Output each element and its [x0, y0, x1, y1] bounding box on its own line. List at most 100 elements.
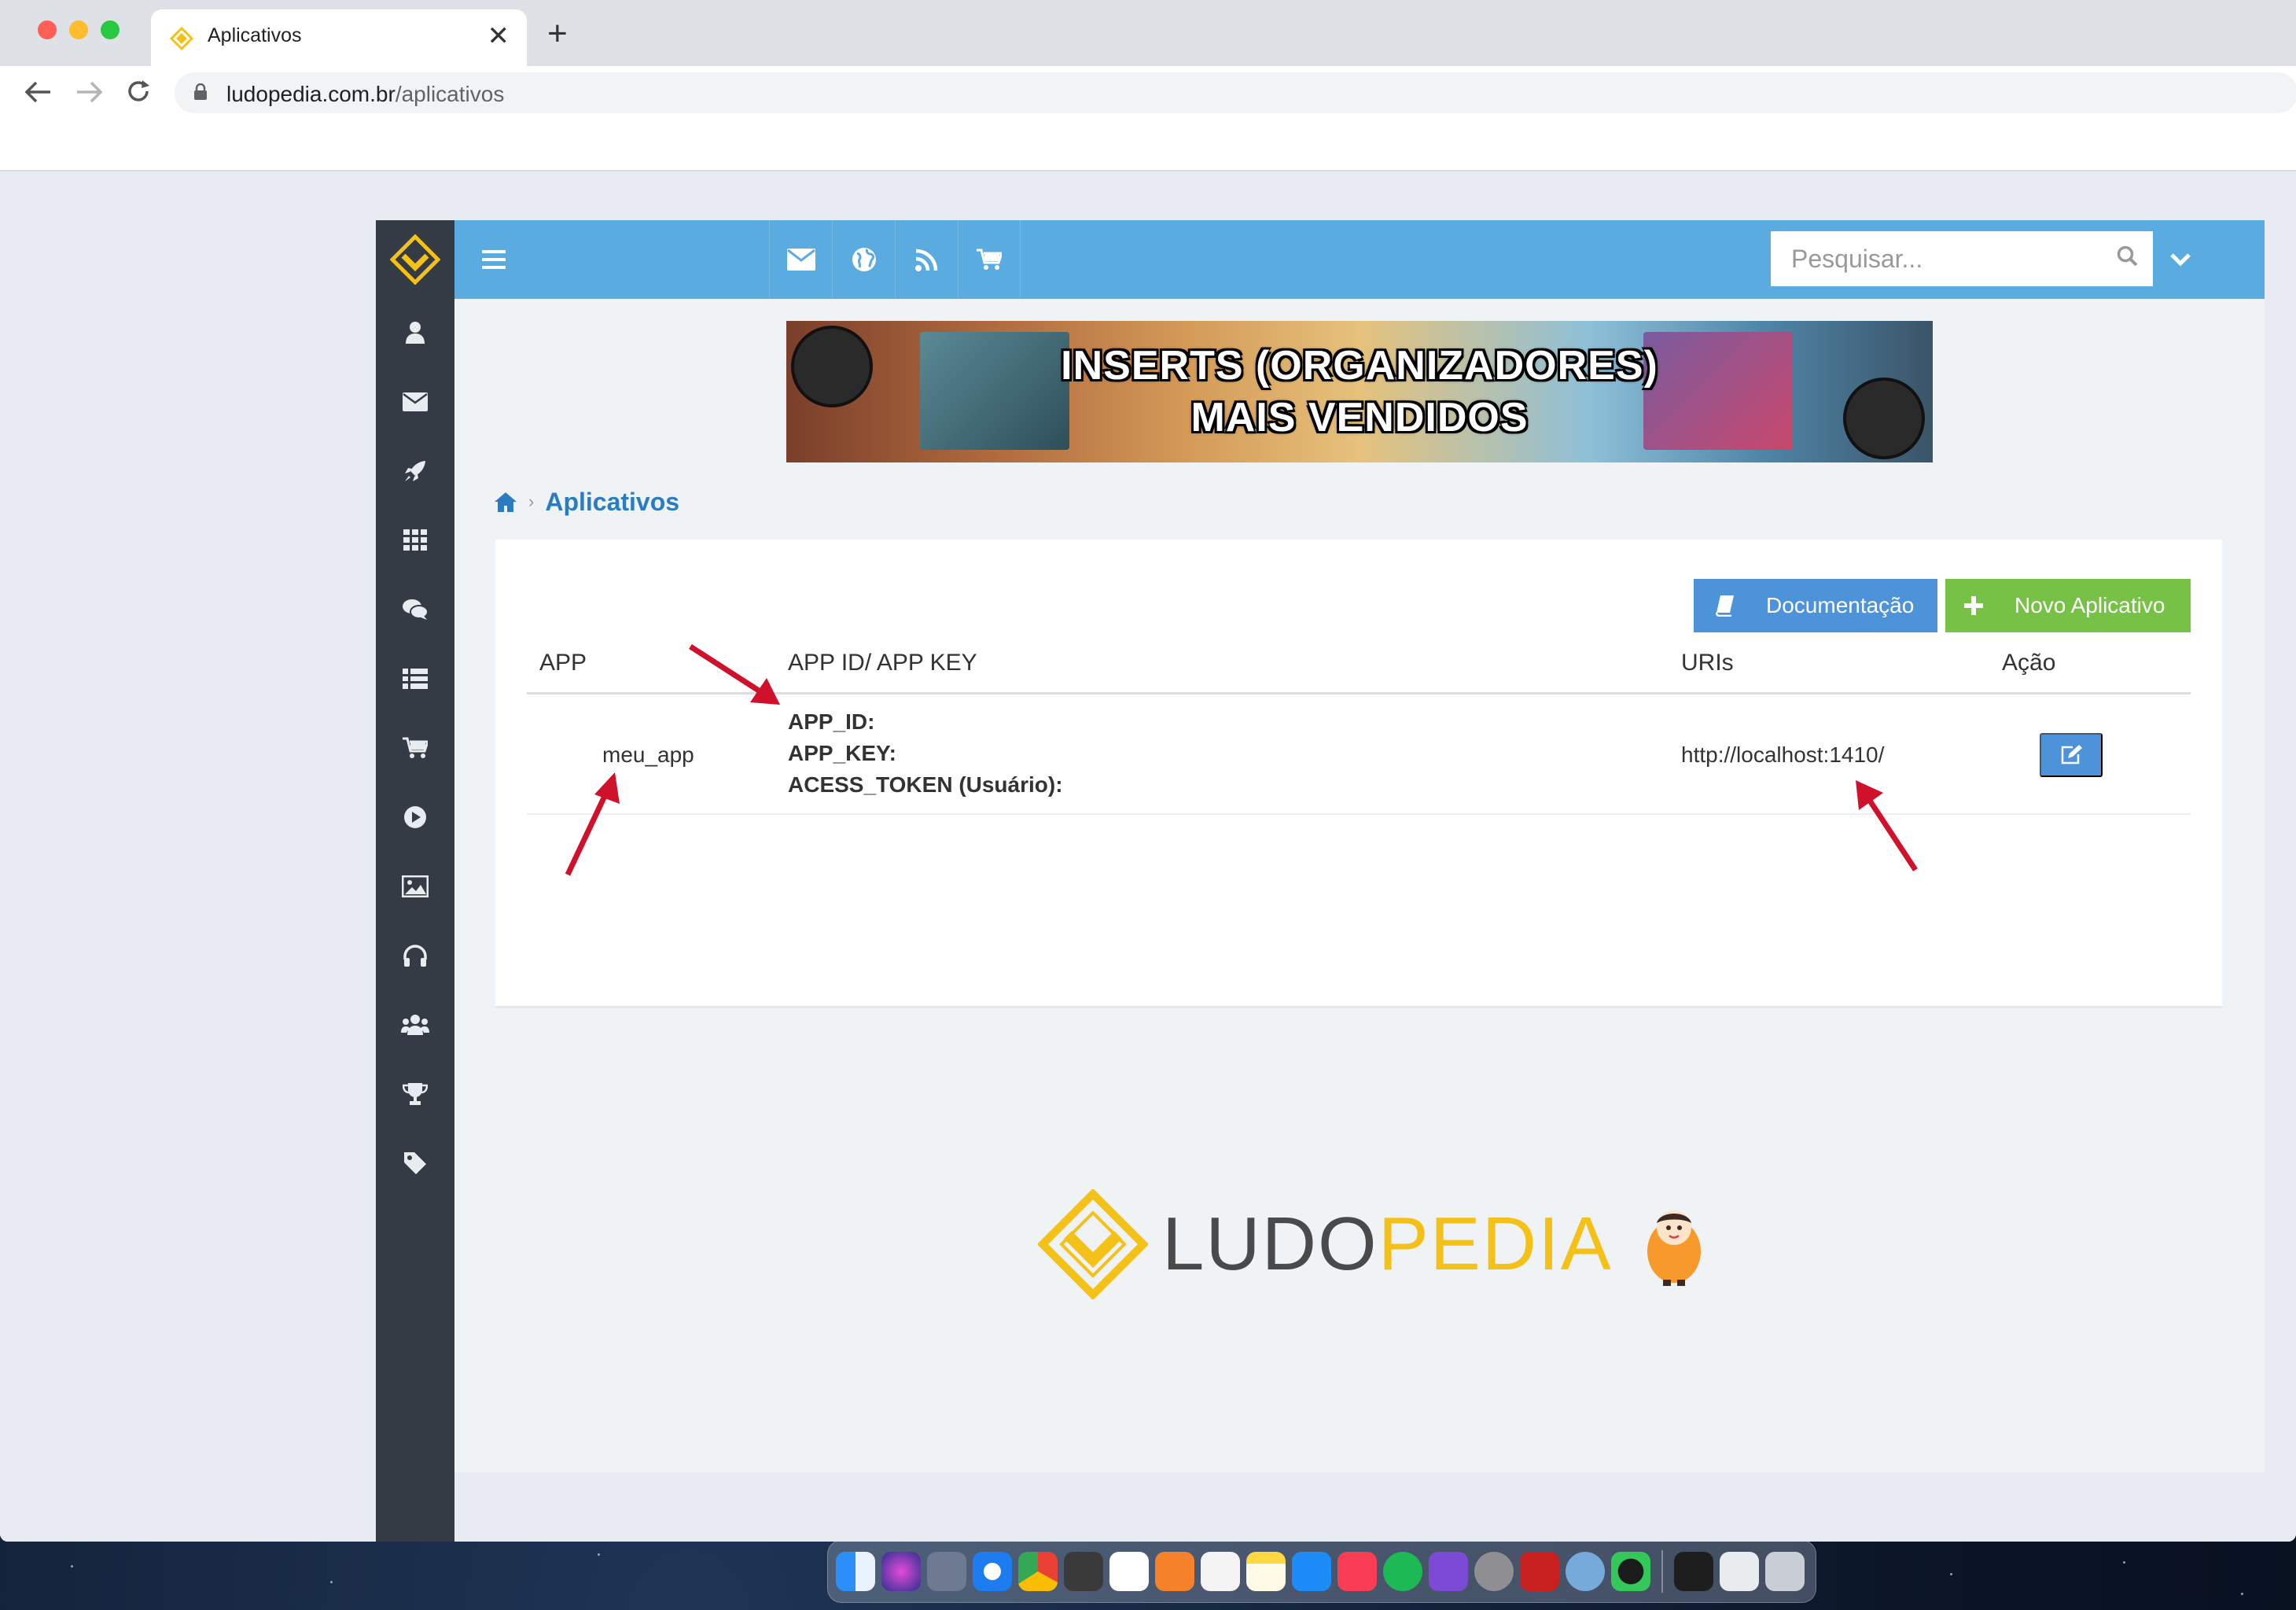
- page-title[interactable]: Aplicativos: [545, 488, 679, 517]
- messages-icon[interactable]: [769, 220, 832, 299]
- minimize-window-button[interactable]: [69, 20, 88, 39]
- page-viewport: INSERTS (ORGANIZADORES) MAIS VENDIDOS › …: [0, 171, 2296, 1542]
- tab-close-icon[interactable]: ✕: [488, 20, 510, 52]
- play-icon[interactable]: [399, 801, 431, 833]
- calculator-app-icon[interactable]: [1064, 1552, 1103, 1591]
- banner-line-2: MAIS VENDIDOS: [1190, 395, 1529, 440]
- menu-hamburger-icon[interactable]: [454, 220, 533, 299]
- sidebar: [376, 220, 454, 1542]
- book-icon: [1716, 595, 1734, 617]
- access-token-label: ACESS_TOKEN (Usuário):: [788, 772, 1063, 797]
- site-topbar: [454, 220, 2265, 299]
- reload-icon[interactable]: [126, 79, 151, 104]
- notes-app-icon[interactable]: [1246, 1552, 1286, 1591]
- activity-app-icon[interactable]: [1611, 1552, 1650, 1591]
- footer-brand-ludo: LUDO: [1162, 1202, 1378, 1286]
- breadcrumb: › Aplicativos: [494, 486, 679, 518]
- mail-icon[interactable]: [399, 386, 431, 418]
- banner-headline: INSERTS (ORGANIZADORES) MAIS VENDIDOS: [786, 340, 1933, 444]
- address-bar[interactable]: ludopedia.com.br/aplicativos: [175, 72, 2296, 113]
- chevron-down-icon[interactable]: [2169, 244, 2192, 275]
- maximize-window-button[interactable]: [101, 20, 120, 39]
- search-input[interactable]: [1771, 231, 2153, 286]
- tag-icon[interactable]: [399, 1148, 431, 1179]
- lock-icon: [194, 83, 207, 100]
- preview-app-icon[interactable]: [1720, 1552, 1759, 1591]
- music-app-icon[interactable]: [1337, 1552, 1377, 1591]
- forward-arrow-icon[interactable]: [75, 80, 102, 104]
- safari-app-icon[interactable]: [973, 1552, 1012, 1591]
- comments-icon[interactable]: [399, 594, 431, 625]
- documentation-label: Documentação: [1766, 593, 1915, 617]
- ludopedia-favicon-icon: [170, 27, 193, 50]
- user-icon[interactable]: [399, 317, 431, 348]
- app-name-cell: meu_app: [602, 742, 694, 767]
- applications-card: Documentação Novo Aplicativo APP APP ID/…: [495, 540, 2222, 1008]
- banner-line-1: INSERTS (ORGANIZADORES): [1061, 343, 1658, 389]
- sublime-app-icon[interactable]: [1155, 1552, 1194, 1591]
- dock: [827, 1540, 1816, 1603]
- edit-app-button[interactable]: [2040, 733, 2103, 777]
- url-domain: ludopedia.com.br: [226, 82, 396, 106]
- textedit-app-icon[interactable]: [1201, 1552, 1240, 1591]
- app-id-label: APP_ID:: [788, 709, 875, 734]
- breadcrumb-separator: ›: [528, 492, 535, 511]
- url-path: /aplicativos: [395, 82, 505, 106]
- search-icon[interactable]: [2117, 245, 2139, 267]
- group-icon[interactable]: [399, 1009, 431, 1041]
- browser-toolbar: ludopedia.com.br/aplicativos: [0, 66, 2296, 118]
- table-row-divider: [527, 813, 2191, 815]
- mascot-icon: [1647, 1210, 1701, 1286]
- home-icon[interactable]: [494, 491, 517, 513]
- image-icon[interactable]: [399, 871, 431, 902]
- launchpad-app-icon[interactable]: [927, 1552, 966, 1591]
- github-app-icon[interactable]: [1429, 1552, 1468, 1591]
- rss-icon[interactable]: [895, 220, 958, 299]
- list-icon[interactable]: [399, 663, 431, 694]
- rstudio-app-icon[interactable]: [1566, 1552, 1605, 1591]
- acrobat-app-icon[interactable]: [1520, 1552, 1559, 1591]
- browser-window: Aplicativos ✕ + ludopedia.com.br/aplicat…: [0, 0, 2296, 1542]
- cart-icon[interactable]: [399, 732, 431, 764]
- calendar-app-icon[interactable]: [1109, 1552, 1149, 1591]
- uri-cell: http://localhost:1410/: [1681, 742, 1885, 767]
- ludopedia-logo-icon: [1038, 1189, 1148, 1299]
- trash-app-icon[interactable]: [1765, 1552, 1805, 1591]
- new-app-label: Novo Aplicativo: [2015, 593, 2165, 617]
- footer-brand: LUDO PEDIA: [1038, 1189, 1707, 1299]
- column-header-uris: URIs: [1681, 650, 1734, 676]
- back-arrow-icon[interactable]: [25, 80, 52, 104]
- column-header-app-id-key: APP ID/ APP KEY: [788, 650, 977, 676]
- documentation-button[interactable]: Documentação: [1694, 579, 1937, 632]
- close-window-button[interactable]: [38, 20, 57, 39]
- new-app-button[interactable]: Novo Aplicativo: [1945, 579, 2191, 632]
- spotify-app-icon[interactable]: [1383, 1552, 1422, 1591]
- trophy-icon[interactable]: [399, 1078, 431, 1110]
- grid-icon[interactable]: [399, 525, 431, 556]
- shop-cart-icon[interactable]: [958, 220, 1021, 299]
- browser-titlebar: Aplicativos ✕ +: [0, 0, 2296, 66]
- bookmarks-bar: [0, 118, 2296, 171]
- new-tab-button[interactable]: +: [547, 14, 568, 53]
- siri-app-icon[interactable]: [881, 1552, 921, 1591]
- terminal-app-icon[interactable]: [1674, 1552, 1713, 1591]
- ludopedia-logo-icon[interactable]: [376, 220, 454, 299]
- table-header-divider: [527, 692, 2191, 694]
- column-header-action: Ação: [2002, 650, 2056, 676]
- edit-icon: [2061, 745, 2082, 764]
- main-content: INSERTS (ORGANIZADORES) MAIS VENDIDOS › …: [454, 299, 2265, 1472]
- footer-brand-pedia: PEDIA: [1378, 1202, 1613, 1286]
- finder-app-icon[interactable]: [836, 1552, 875, 1591]
- system-preferences-app-icon[interactable]: [1474, 1552, 1514, 1591]
- promo-banner[interactable]: INSERTS (ORGANIZADORES) MAIS VENDIDOS: [786, 321, 1933, 462]
- plus-icon: [1964, 596, 1983, 615]
- headphones-icon[interactable]: [399, 940, 431, 971]
- rocket-icon[interactable]: [399, 455, 431, 487]
- app-store-app-icon[interactable]: [1292, 1552, 1331, 1591]
- browser-tab[interactable]: Aplicativos ✕: [151, 9, 527, 66]
- app-key-label: APP_KEY:: [788, 741, 896, 765]
- globe-icon[interactable]: [832, 220, 895, 299]
- tab-title: Aplicativos: [208, 24, 302, 46]
- column-header-app: APP: [539, 650, 587, 676]
- chrome-app-icon[interactable]: [1018, 1552, 1058, 1591]
